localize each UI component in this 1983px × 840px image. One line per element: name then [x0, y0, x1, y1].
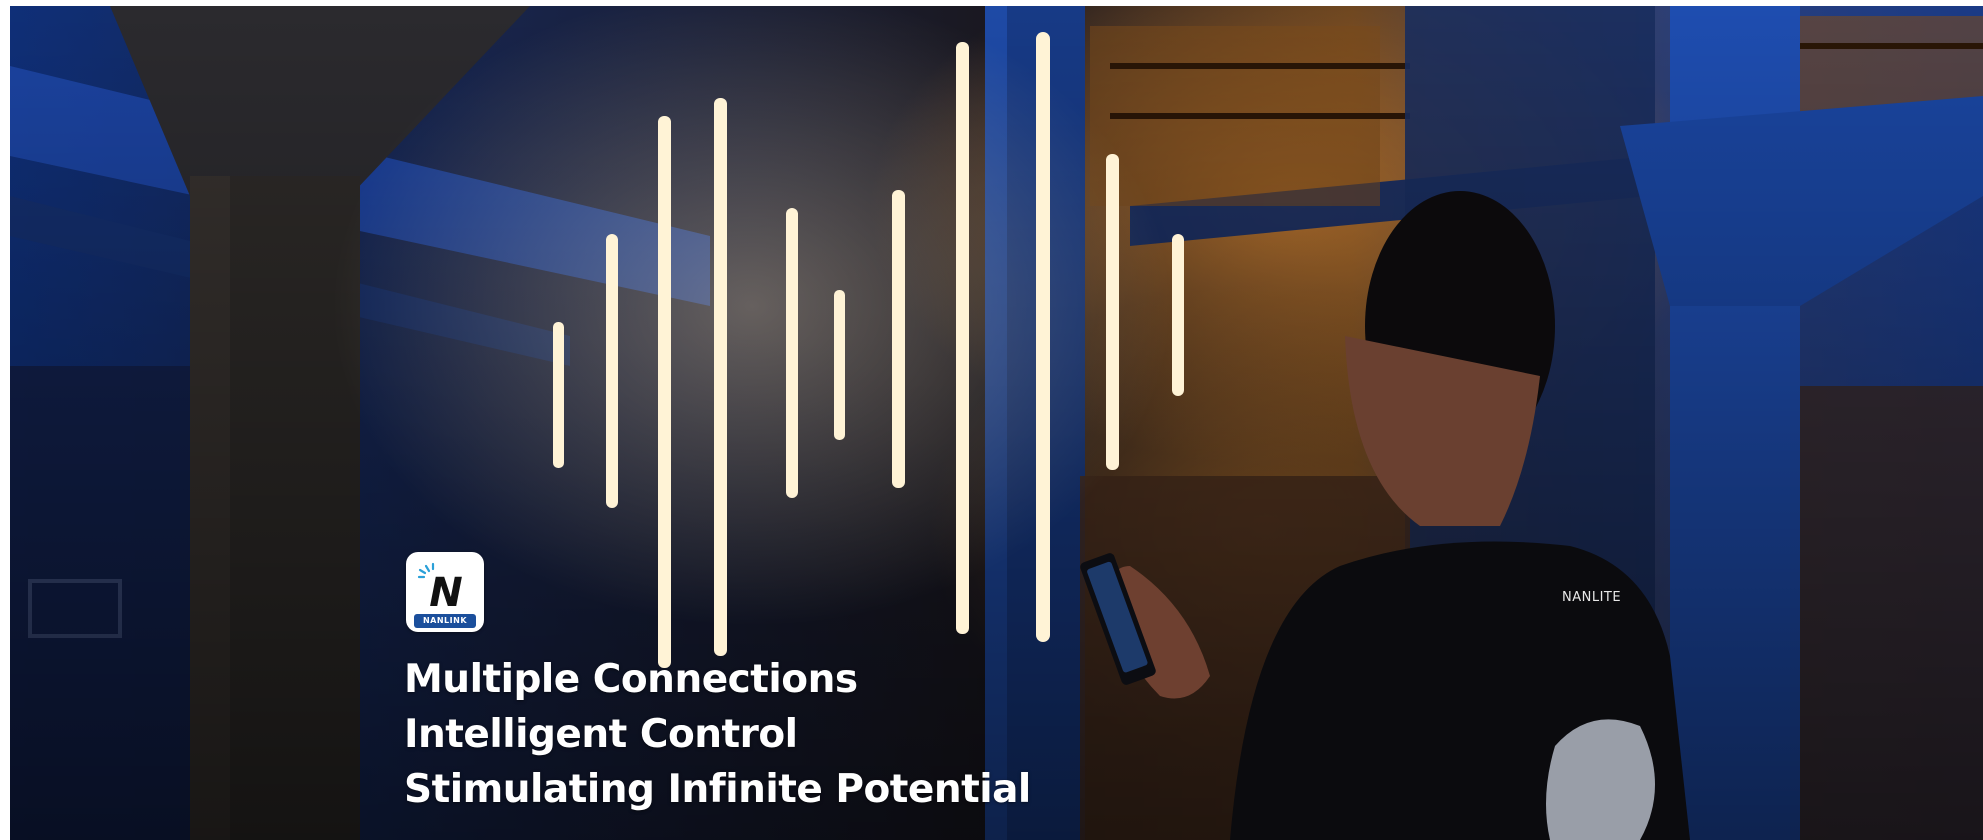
tube-light: [658, 116, 671, 668]
tagline-line: Multiple Connections: [404, 657, 858, 702]
hero-banner: N NANLINK Multiple Connections Intellige…: [10, 6, 1983, 840]
nanlink-app-icon: N NANLINK: [406, 552, 484, 632]
tube-light: [714, 98, 727, 656]
tube-light: [892, 190, 905, 488]
nanlink-brand-label: NANLINK: [414, 614, 476, 628]
tube-light: [786, 208, 798, 498]
tagline-line: Stimulating Infinite Potential: [404, 767, 1031, 812]
tube-light: [834, 290, 845, 440]
tube-light: [1172, 234, 1184, 396]
tube-light: [1106, 154, 1119, 470]
tube-light: [1036, 32, 1050, 642]
shirt-logo-text: NANLITE: [1562, 590, 1622, 605]
n-logo-icon: N: [417, 562, 463, 614]
svg-text:N: N: [429, 570, 462, 614]
tube-light: [606, 234, 618, 508]
tube-light: [553, 322, 564, 468]
tagline: Multiple Connections Intelligent Control…: [404, 652, 1031, 817]
tube-light: [956, 42, 969, 634]
tagline-line: Intelligent Control: [404, 712, 798, 757]
